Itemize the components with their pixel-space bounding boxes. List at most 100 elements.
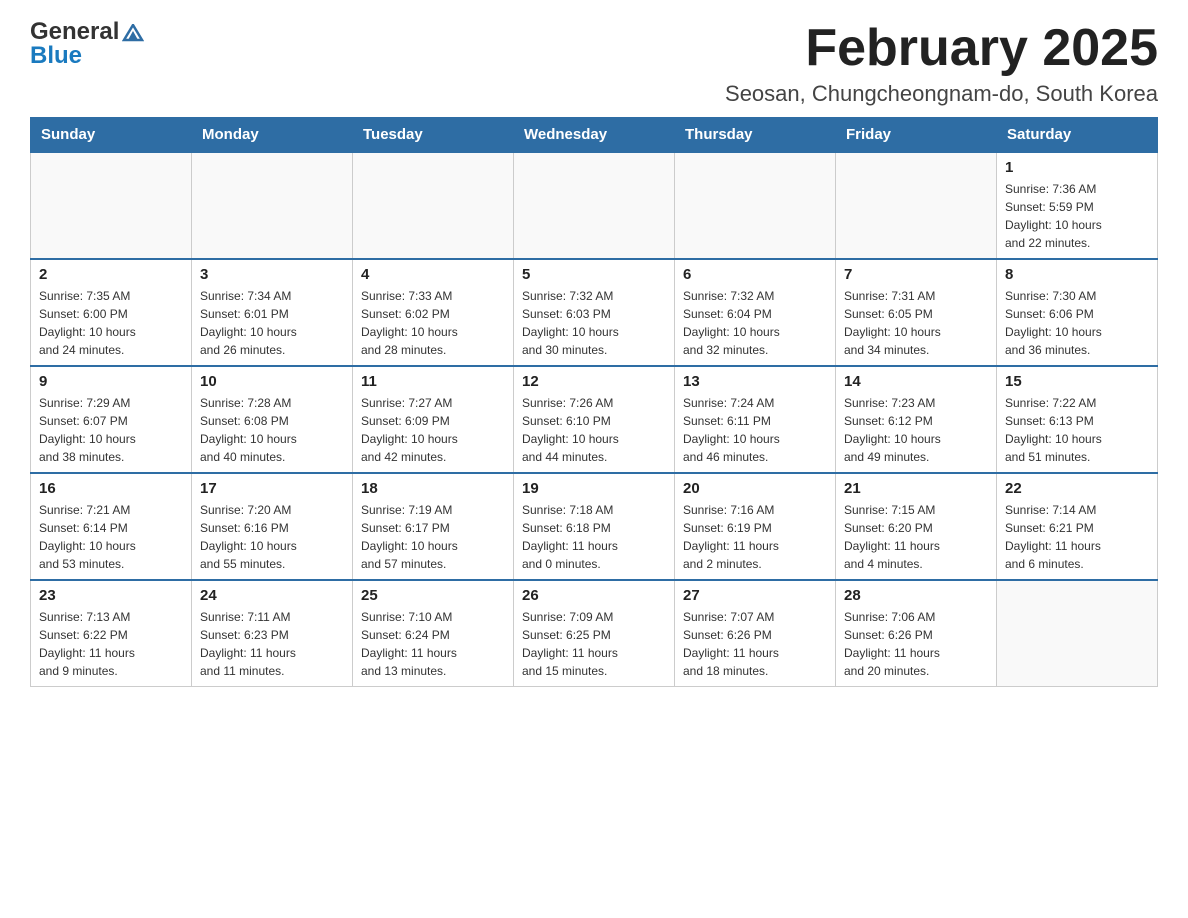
calendar-cell: 13 Sunrise: 7:24 AM Sunset: 6:11 PM Dayli… [675,366,836,473]
day-number: 8 [1005,266,1149,283]
day-number: 21 [844,480,988,497]
day-number: 12 [522,373,666,390]
calendar-cell: 10 Sunrise: 7:28 AM Sunset: 6:08 PM Dayli… [192,366,353,473]
calendar-cell: 7 Sunrise: 7:31 AM Sunset: 6:05 PM Daylig… [836,259,997,366]
day-info: Sunrise: 7:33 AM Sunset: 6:02 PM Dayligh… [361,287,505,359]
logo-blue-text: Blue [30,42,82,69]
day-number: 19 [522,480,666,497]
day-number: 26 [522,587,666,604]
calendar-cell: 5 Sunrise: 7:32 AM Sunset: 6:03 PM Daylig… [514,259,675,366]
day-info: Sunrise: 7:10 AM Sunset: 6:24 PM Dayligh… [361,608,505,680]
calendar-cell: 15 Sunrise: 7:22 AM Sunset: 6:13 PM Dayli… [997,366,1158,473]
calendar-cell: 25 Sunrise: 7:10 AM Sunset: 6:24 PM Dayli… [353,580,514,687]
day-number: 24 [200,587,344,604]
calendar-cell: 6 Sunrise: 7:32 AM Sunset: 6:04 PM Daylig… [675,259,836,366]
logo-general-text: General [30,20,119,44]
calendar-cell: 22 Sunrise: 7:14 AM Sunset: 6:21 PM Dayli… [997,473,1158,580]
day-info: Sunrise: 7:06 AM Sunset: 6:26 PM Dayligh… [844,608,988,680]
day-number: 11 [361,373,505,390]
day-info: Sunrise: 7:31 AM Sunset: 6:05 PM Dayligh… [844,287,988,359]
day-info: Sunrise: 7:34 AM Sunset: 6:01 PM Dayligh… [200,287,344,359]
day-info: Sunrise: 7:28 AM Sunset: 6:08 PM Dayligh… [200,394,344,466]
calendar-header-saturday: Saturday [997,118,1158,153]
day-number: 27 [683,587,827,604]
calendar-week-row: 16Sunrise: 7:21 AM Sunset: 6:14 PM Dayli… [31,473,1158,580]
calendar-week-row: 2Sunrise: 7:35 AM Sunset: 6:00 PM Daylig… [31,259,1158,366]
day-number: 28 [844,587,988,604]
calendar-header-wednesday: Wednesday [514,118,675,153]
calendar-cell: 16Sunrise: 7:21 AM Sunset: 6:14 PM Dayli… [31,473,192,580]
day-info: Sunrise: 7:32 AM Sunset: 6:03 PM Dayligh… [522,287,666,359]
calendar-cell [353,152,514,259]
day-info: Sunrise: 7:24 AM Sunset: 6:11 PM Dayligh… [683,394,827,466]
calendar-cell: 9Sunrise: 7:29 AM Sunset: 6:07 PM Daylig… [31,366,192,473]
calendar-header-sunday: Sunday [31,118,192,153]
day-number: 5 [522,266,666,283]
day-number: 25 [361,587,505,604]
day-info: Sunrise: 7:09 AM Sunset: 6:25 PM Dayligh… [522,608,666,680]
title-area: February 2025 Seosan, Chungcheongnam-do,… [725,20,1158,107]
logo: General Blue [30,20,144,68]
calendar-header-monday: Monday [192,118,353,153]
day-info: Sunrise: 7:11 AM Sunset: 6:23 PM Dayligh… [200,608,344,680]
day-number: 20 [683,480,827,497]
location-title: Seosan, Chungcheongnam-do, South Korea [725,81,1158,107]
calendar-cell: 23 Sunrise: 7:13 AM Sunset: 6:22 PM Dayli… [31,580,192,687]
day-info: Sunrise: 7:35 AM Sunset: 6:00 PM Dayligh… [39,287,183,359]
day-number: 10 [200,373,344,390]
calendar-cell: 19 Sunrise: 7:18 AM Sunset: 6:18 PM Dayli… [514,473,675,580]
day-info: Sunrise: 7:29 AM Sunset: 6:07 PM Dayligh… [39,394,183,466]
calendar-table: SundayMondayTuesdayWednesdayThursdayFrid… [30,117,1158,687]
calendar-cell: 8 Sunrise: 7:30 AM Sunset: 6:06 PM Daylig… [997,259,1158,366]
calendar-cell: 28 Sunrise: 7:06 AM Sunset: 6:26 PM Dayli… [836,580,997,687]
calendar-cell: 2Sunrise: 7:35 AM Sunset: 6:00 PM Daylig… [31,259,192,366]
calendar-cell: 26 Sunrise: 7:09 AM Sunset: 6:25 PM Dayli… [514,580,675,687]
day-number: 1 [1005,159,1149,176]
day-info: Sunrise: 7:20 AM Sunset: 6:16 PM Dayligh… [200,501,344,573]
day-info: Sunrise: 7:13 AM Sunset: 6:22 PM Dayligh… [39,608,183,680]
calendar-cell [31,152,192,259]
day-number: 23 [39,587,183,604]
day-number: 6 [683,266,827,283]
day-number: 3 [200,266,344,283]
calendar-week-row: 9Sunrise: 7:29 AM Sunset: 6:07 PM Daylig… [31,366,1158,473]
calendar-week-row: 1 Sunrise: 7:36 AM Sunset: 5:59 PM Daylig… [31,152,1158,259]
day-info: Sunrise: 7:14 AM Sunset: 6:21 PM Dayligh… [1005,501,1149,573]
day-number: 15 [1005,373,1149,390]
day-info: Sunrise: 7:23 AM Sunset: 6:12 PM Dayligh… [844,394,988,466]
day-number: 4 [361,266,505,283]
calendar-cell: 27 Sunrise: 7:07 AM Sunset: 6:26 PM Dayli… [675,580,836,687]
calendar-cell: 18 Sunrise: 7:19 AM Sunset: 6:17 PM Dayli… [353,473,514,580]
calendar-cell: 12 Sunrise: 7:26 AM Sunset: 6:10 PM Dayli… [514,366,675,473]
calendar-header-row: SundayMondayTuesdayWednesdayThursdayFrid… [31,118,1158,153]
day-info: Sunrise: 7:22 AM Sunset: 6:13 PM Dayligh… [1005,394,1149,466]
calendar-cell: 17 Sunrise: 7:20 AM Sunset: 6:16 PM Dayli… [192,473,353,580]
calendar-cell: 24 Sunrise: 7:11 AM Sunset: 6:23 PM Dayli… [192,580,353,687]
day-info: Sunrise: 7:21 AM Sunset: 6:14 PM Dayligh… [39,501,183,573]
day-info: Sunrise: 7:16 AM Sunset: 6:19 PM Dayligh… [683,501,827,573]
calendar-header-thursday: Thursday [675,118,836,153]
calendar-week-row: 23 Sunrise: 7:13 AM Sunset: 6:22 PM Dayli… [31,580,1158,687]
day-info: Sunrise: 7:07 AM Sunset: 6:26 PM Dayligh… [683,608,827,680]
day-number: 17 [200,480,344,497]
day-number: 13 [683,373,827,390]
calendar-cell: 3 Sunrise: 7:34 AM Sunset: 6:01 PM Daylig… [192,259,353,366]
calendar-cell: 11 Sunrise: 7:27 AM Sunset: 6:09 PM Dayli… [353,366,514,473]
calendar-cell: 1 Sunrise: 7:36 AM Sunset: 5:59 PM Daylig… [997,152,1158,259]
day-number: 18 [361,480,505,497]
calendar-cell: 21Sunrise: 7:15 AM Sunset: 6:20 PM Dayli… [836,473,997,580]
day-info: Sunrise: 7:32 AM Sunset: 6:04 PM Dayligh… [683,287,827,359]
calendar-cell [997,580,1158,687]
calendar-cell [192,152,353,259]
day-info: Sunrise: 7:27 AM Sunset: 6:09 PM Dayligh… [361,394,505,466]
logo-triangle-icon [122,24,144,42]
calendar-cell [514,152,675,259]
day-info: Sunrise: 7:36 AM Sunset: 5:59 PM Dayligh… [1005,180,1149,252]
day-info: Sunrise: 7:30 AM Sunset: 6:06 PM Dayligh… [1005,287,1149,359]
day-number: 7 [844,266,988,283]
day-number: 22 [1005,480,1149,497]
day-info: Sunrise: 7:26 AM Sunset: 6:10 PM Dayligh… [522,394,666,466]
day-info: Sunrise: 7:18 AM Sunset: 6:18 PM Dayligh… [522,501,666,573]
calendar-cell: 14Sunrise: 7:23 AM Sunset: 6:12 PM Dayli… [836,366,997,473]
day-info: Sunrise: 7:19 AM Sunset: 6:17 PM Dayligh… [361,501,505,573]
